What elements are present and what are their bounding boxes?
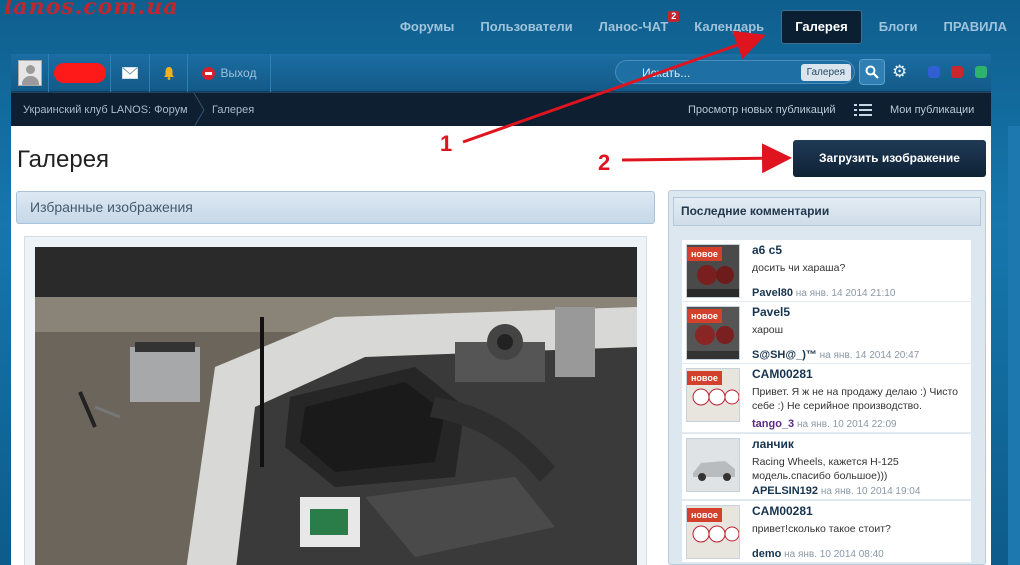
annotation-arrow-1 (462, 30, 766, 144)
annotation-label-2: 2 (598, 150, 610, 175)
annotation-overlay: 1 2 (440, 30, 792, 175)
annotation-arrow-2 (621, 143, 792, 174)
annotation-label-1: 1 (440, 131, 452, 156)
